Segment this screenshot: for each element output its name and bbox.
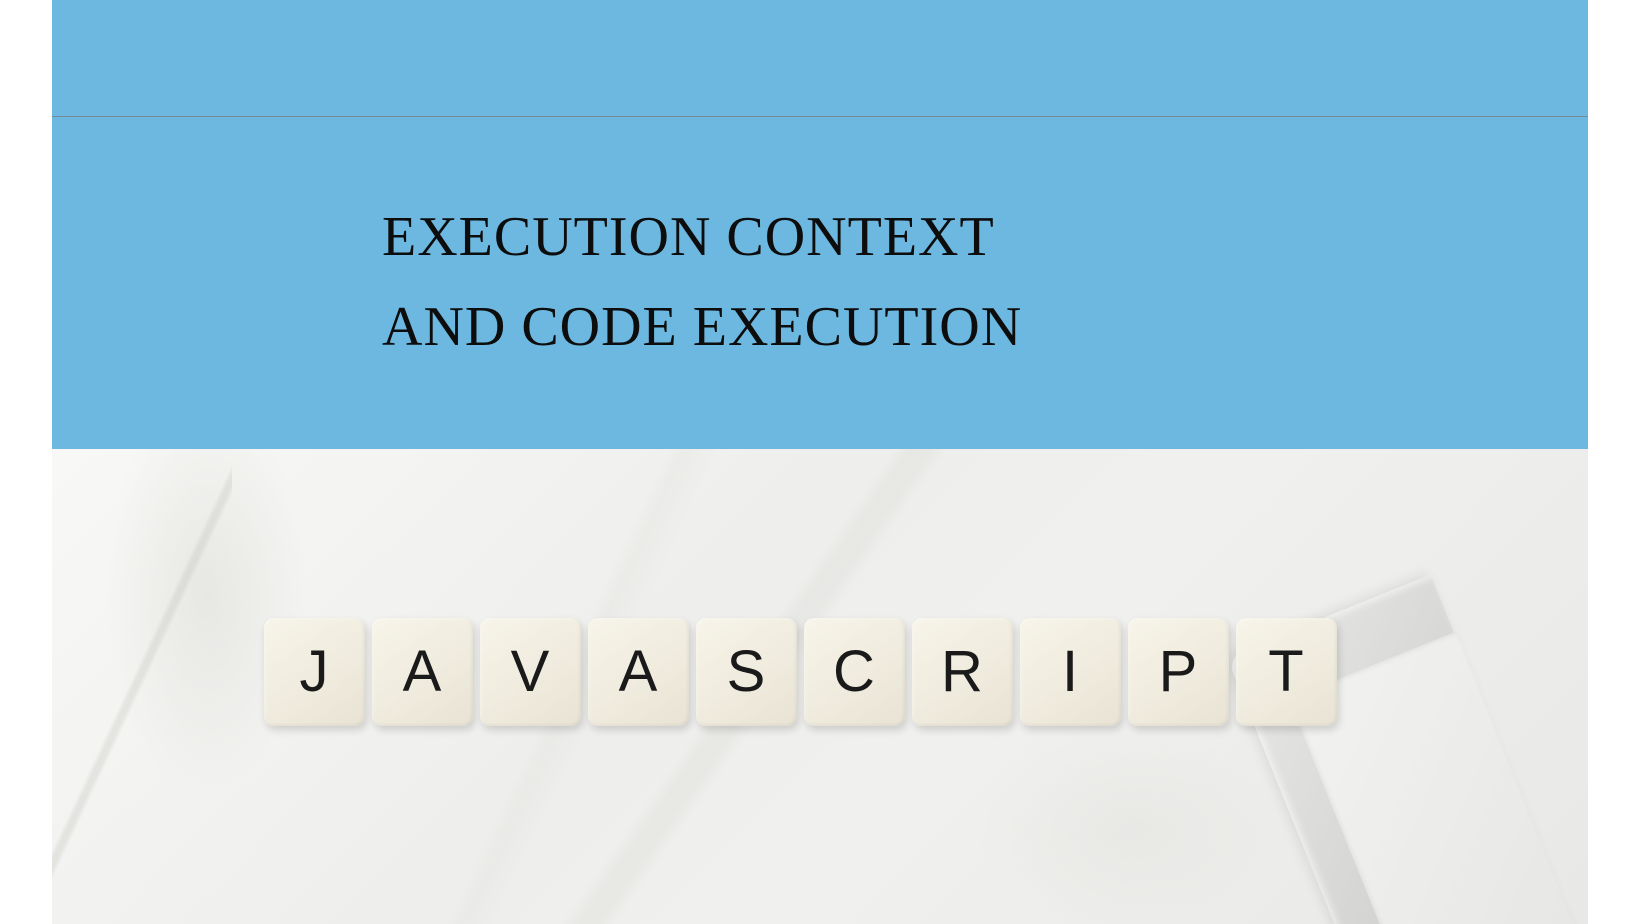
tile-a2: A	[588, 618, 689, 726]
tile-a: A	[372, 618, 473, 726]
page-outer: EXECUTION CONTEXT AND CODE EXECUTION J A…	[0, 0, 1640, 924]
image-section: J A V A S C R I P T	[52, 449, 1588, 924]
tile-p: P	[1128, 618, 1229, 726]
tile-c: C	[804, 618, 905, 726]
letter-tiles-row: J A V A S C R I P T	[264, 618, 1337, 726]
slide-container: EXECUTION CONTEXT AND CODE EXECUTION J A…	[52, 0, 1588, 924]
top-bar	[52, 0, 1588, 117]
tile-r: R	[912, 618, 1013, 726]
title-line-2: AND CODE EXECUTION	[382, 283, 1588, 373]
marble-vein	[52, 449, 232, 924]
tile-v: V	[480, 618, 581, 726]
tile-i: I	[1020, 618, 1121, 726]
tile-t: T	[1236, 618, 1337, 726]
title-section: EXECUTION CONTEXT AND CODE EXECUTION	[52, 117, 1588, 449]
title-line-1: EXECUTION CONTEXT	[382, 193, 1588, 283]
tile-j: J	[264, 618, 365, 726]
tile-s: S	[696, 618, 797, 726]
